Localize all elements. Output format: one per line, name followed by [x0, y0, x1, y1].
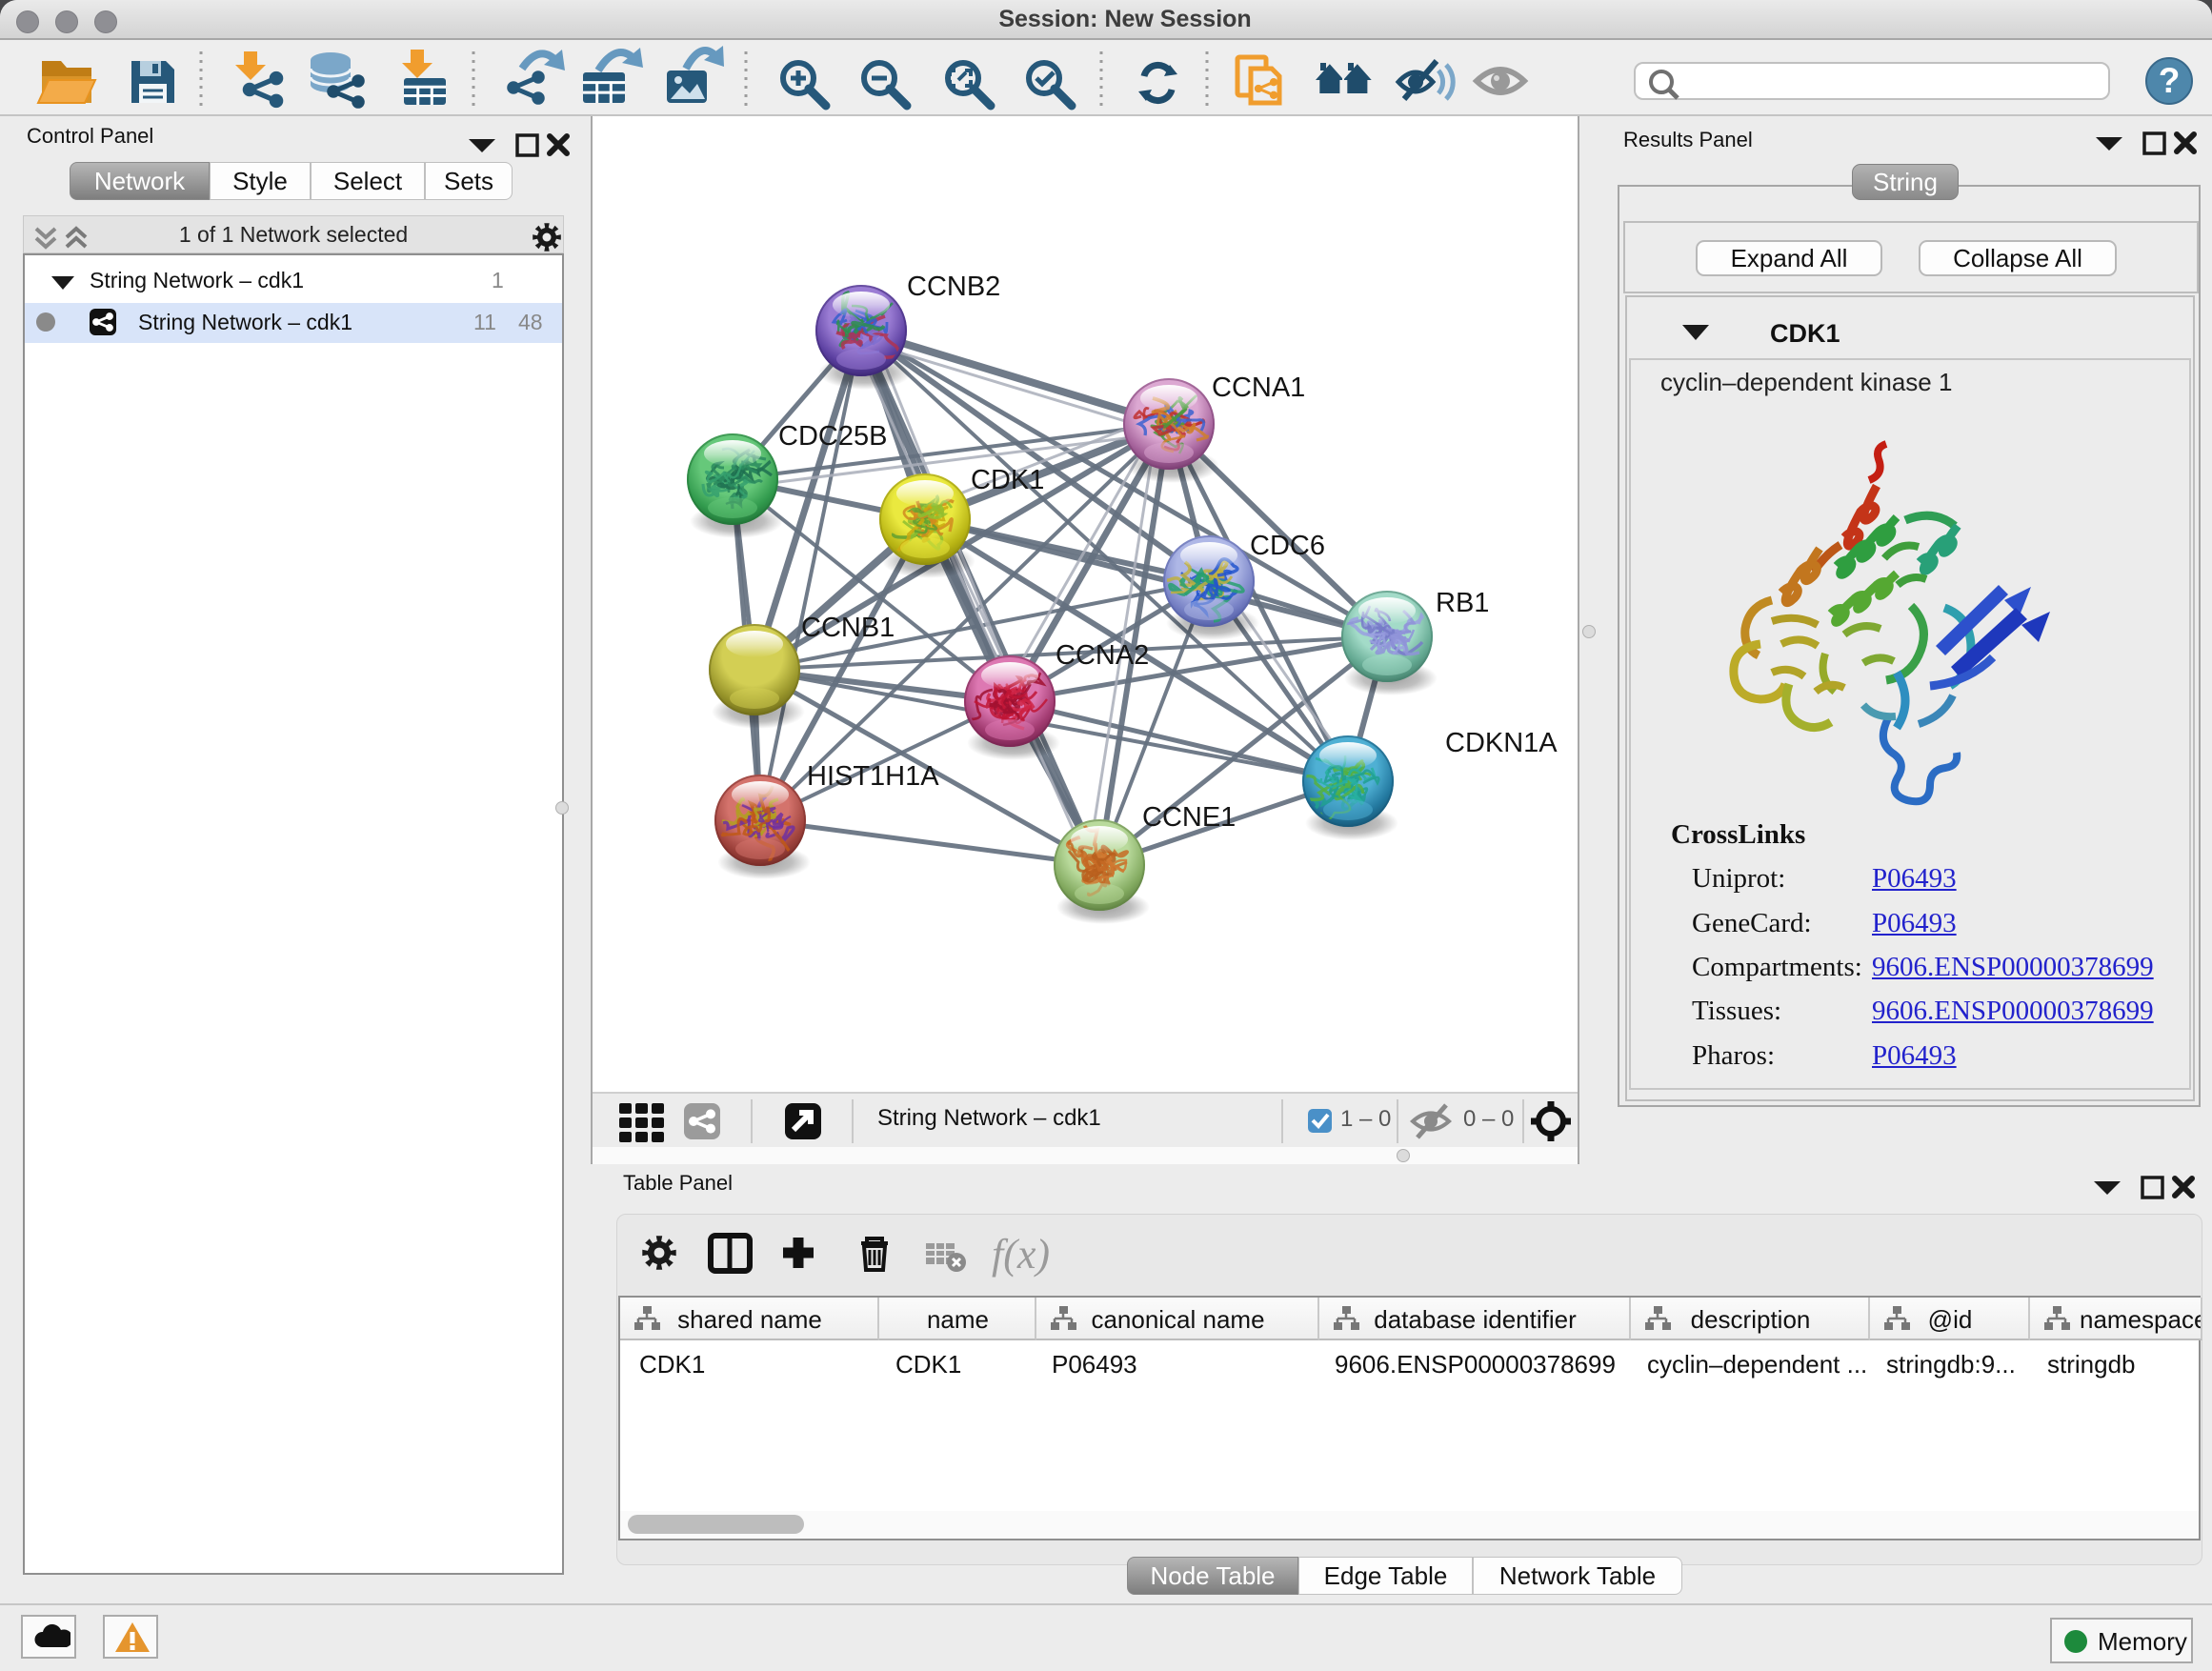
svg-text:RB1: RB1 — [1436, 588, 1489, 618]
svg-text:CCNE1: CCNE1 — [1142, 802, 1236, 833]
svg-text:CCNB2: CCNB2 — [907, 272, 1000, 302]
svg-text:?: ? — [2159, 61, 2181, 100]
svg-text:CCNB1: CCNB1 — [801, 613, 895, 643]
svg-text:CDKN1A: CDKN1A — [1445, 728, 1558, 758]
svg-text:HIST1H1A: HIST1H1A — [807, 761, 939, 792]
svg-text:CDC6: CDC6 — [1250, 531, 1325, 561]
svg-text:CDC25B: CDC25B — [778, 421, 887, 452]
svg-text:CCNA2: CCNA2 — [1056, 640, 1149, 671]
svg-text:CDK1: CDK1 — [971, 465, 1044, 495]
svg-text:CCNA1: CCNA1 — [1212, 372, 1305, 403]
svg-text:f(x): f(x) — [992, 1231, 1050, 1278]
